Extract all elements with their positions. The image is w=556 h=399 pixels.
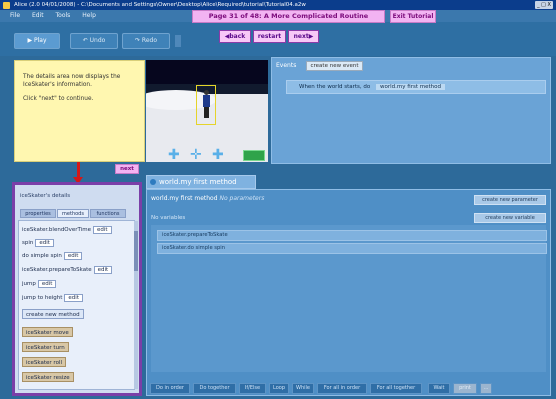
details-method-list: iceSkater.blendOverTime edit spin edit do … <box>18 220 135 390</box>
next-arrow-icon: ▶ <box>308 33 314 40</box>
wait-button[interactable]: Wait <box>428 383 450 394</box>
menu-edit[interactable]: Edit <box>32 12 44 19</box>
method-label: iceSkater.blendOverTime <box>22 227 91 233</box>
world-view[interactable] <box>146 60 268 162</box>
menu-tools[interactable]: Tools <box>56 12 71 19</box>
exit-tutorial-button[interactable]: Exit Tutorial <box>390 10 436 23</box>
method-item[interactable]: do simple spin edit <box>22 251 83 261</box>
details-scrollbar[interactable] <box>134 221 138 389</box>
method-item[interactable]: spin edit <box>22 238 54 248</box>
method-label: jump to height <box>22 295 63 301</box>
window-title: Alice (2.0 04/01/2008) - C:\Documents an… <box>14 2 306 8</box>
events-panel: Events create new event When the world s… <box>271 57 551 164</box>
method-tile[interactable]: iceSkater roll <box>22 357 66 367</box>
menu-file[interactable]: File <box>10 12 20 19</box>
tab-functions[interactable]: functions <box>90 209 126 218</box>
event-row[interactable]: When the world starts, do world.my first… <box>286 80 546 94</box>
edit-button[interactable]: edit <box>35 239 54 247</box>
tutorial-note: The details area now displays the IceSka… <box>14 60 145 162</box>
method-editor: world.my first method No parameters No v… <box>146 189 551 396</box>
undo-icon: ↶ <box>82 37 90 44</box>
loop-button[interactable]: Loop <box>269 383 289 394</box>
trash-icon[interactable] <box>175 35 181 47</box>
camera-move-icon[interactable]: ✚ <box>168 148 180 162</box>
while-button[interactable]: While <box>292 383 314 394</box>
tutorial-next-button[interactable]: next▶ <box>288 30 319 43</box>
no-variables-label: No variables <box>151 215 186 221</box>
for-all-together-button[interactable]: For all together <box>370 383 422 394</box>
tab-properties[interactable]: properties <box>20 209 56 218</box>
create-new-variable-button[interactable]: create new variable <box>474 213 546 223</box>
tab-label: world.my first method <box>159 178 237 186</box>
print-button[interactable]: print <box>453 383 477 394</box>
method-item[interactable]: iceSkater.blendOverTime edit <box>22 225 112 235</box>
method-name: world.my first method <box>151 195 218 202</box>
do-in-order-button[interactable]: Do in order <box>150 383 190 394</box>
camera-pan-icon[interactable]: ✛ <box>190 148 202 162</box>
more-button[interactable]: ... <box>480 383 492 394</box>
add-objects-button[interactable] <box>243 150 265 161</box>
redo-icon: ↷ <box>134 37 142 44</box>
event-method-tile[interactable]: world.my first method <box>376 84 445 90</box>
create-new-event-button[interactable]: create new event <box>306 61 363 71</box>
tutorial-back-button[interactable]: ◀back <box>219 30 251 43</box>
note-next-button[interactable]: next <box>115 164 139 174</box>
method-label: do simple spin <box>22 253 62 259</box>
tutorial-page-title: Page 31 of 48: A More Complicated Routin… <box>192 10 385 23</box>
tutorial-note-instruction: Click "next" to continue. <box>23 96 94 102</box>
details-header: iceSkater's details <box>20 193 71 199</box>
edit-button[interactable]: edit <box>37 280 57 288</box>
method-tile[interactable]: iceSkater resize <box>22 372 74 382</box>
method-tab-icon <box>150 179 156 185</box>
edit-button[interactable]: edit <box>64 294 83 302</box>
if-else-button[interactable]: If/Else <box>239 383 266 394</box>
title-bar: Alice (2.0 04/01/2008) - C:\Documents an… <box>0 0 556 10</box>
selection-box <box>196 85 216 125</box>
method-label: spin <box>22 240 34 246</box>
tutorial-restart-button[interactable]: restart <box>253 30 286 43</box>
edit-button[interactable]: edit <box>93 226 112 234</box>
method-item[interactable]: jump to height edit <box>22 293 83 303</box>
details-panel-highlight: iceSkater's details properties methods f… <box>12 182 142 396</box>
method-tile[interactable]: iceSkater move <box>22 327 73 337</box>
events-title: Events <box>276 62 297 69</box>
window-controls[interactable]: _ □ X <box>535 1 553 9</box>
scrollbar-thumb[interactable] <box>134 231 138 271</box>
menu-help[interactable]: Help <box>82 12 96 19</box>
details-panel: iceSkater's details properties methods f… <box>15 185 139 393</box>
method-label: iceSkater.prepareToSkate <box>22 267 92 273</box>
code-line[interactable]: iceSkater.do simple spin <box>157 243 547 254</box>
undo-button[interactable]: ↶ Undo <box>70 33 118 49</box>
edit-button[interactable]: edit <box>63 252 83 260</box>
tab-my-first-method[interactable]: world.my first method <box>146 175 256 189</box>
method-signature: world.my first method No parameters <box>151 195 264 202</box>
method-item[interactable]: iceSkater.prepareToSkate edit <box>22 265 113 275</box>
create-new-method-button[interactable]: create new method <box>22 309 84 319</box>
tab-methods[interactable]: methods <box>57 209 89 218</box>
alice-window: Alice (2.0 04/01/2008) - C:\Documents an… <box>0 0 556 399</box>
code-line[interactable]: iceSkater.prepareToSkate <box>157 230 547 241</box>
play-button[interactable]: ▶ Play <box>14 33 60 49</box>
method-item[interactable]: jump edit <box>22 279 57 289</box>
method-label: jump <box>22 281 36 287</box>
do-together-button[interactable]: Do together <box>193 383 236 394</box>
edit-button[interactable]: edit <box>93 266 113 274</box>
camera-tilt-icon[interactable]: ✚ <box>212 148 224 162</box>
create-new-parameter-button[interactable]: create new parameter <box>474 195 546 205</box>
alice-app-icon <box>3 2 10 9</box>
redo-button[interactable]: ↷ Redo <box>122 33 170 49</box>
for-all-in-order-button[interactable]: For all in order <box>317 383 367 394</box>
tutorial-note-text: The details area now displays the IceSka… <box>23 74 121 88</box>
event-trigger-text: When the world starts, do <box>299 84 371 90</box>
no-parameters-label: No parameters <box>219 195 265 202</box>
method-tile[interactable]: iceSkater turn <box>22 342 69 352</box>
